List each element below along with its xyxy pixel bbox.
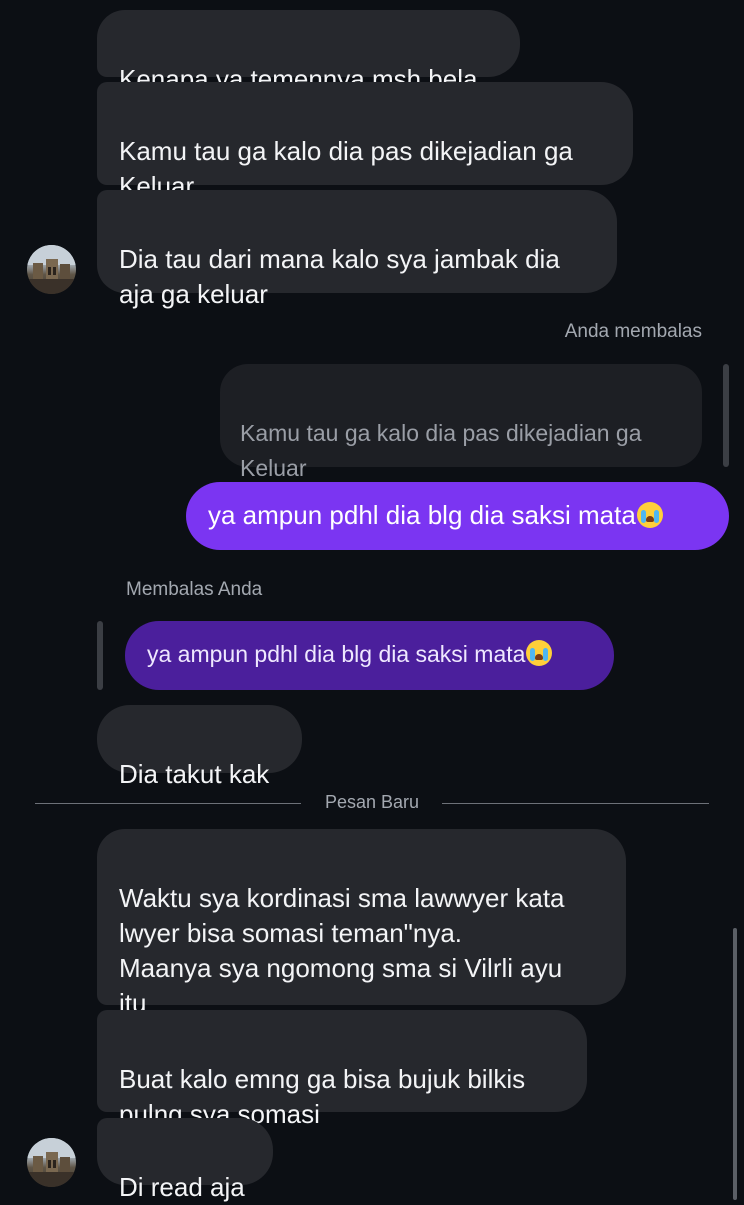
quoted-message-text: ya ampun pdhl dia blg dia saksi mata	[147, 641, 526, 667]
quoted-message-text: Kamu tau ga kalo dia pas dikejadian ga K…	[240, 420, 642, 481]
message-text: Waktu sya kordinasi sma lawwyer kata lwy…	[119, 883, 565, 1018]
scrollbar[interactable]	[733, 928, 737, 1200]
quoted-message[interactable]: Kamu tau ga kalo dia pas dikejadian ga K…	[220, 364, 702, 481]
message-bubble[interactable]: Buat kalo emng ga bisa bujuk bilkis puln…	[97, 1010, 587, 1129]
message-bubble[interactable]: Dia takut kak	[97, 705, 302, 789]
message-text: Dia takut kak	[119, 759, 270, 789]
crying-face-icon	[636, 502, 663, 528]
message-bubble[interactable]: Kenapa ya temennya msh bela	[97, 10, 520, 94]
quoted-message[interactable]: ya ampun pdhl dia blg dia saksi mata	[125, 621, 614, 690]
outgoing-message-bubble[interactable]: ya ampun pdhl dia blg dia saksi mata	[186, 482, 729, 550]
sender-avatar[interactable]	[27, 245, 76, 294]
crying-face-icon	[526, 640, 553, 666]
message-text: ya ampun pdhl dia blg dia saksi mata	[208, 500, 636, 530]
message-text: Dia tau dari mana kalo sya jambak dia aj…	[119, 244, 560, 309]
message-bubble[interactable]: Dia tau dari mana kalo sya jambak dia aj…	[97, 190, 617, 309]
reply-label: Membalas Anda	[126, 579, 263, 600]
avatar-photo-icon	[27, 1138, 76, 1187]
sender-avatar[interactable]	[27, 1138, 76, 1187]
divider-line	[442, 803, 709, 804]
message-bubble[interactable]: Di read aja	[97, 1118, 273, 1202]
message-bubble[interactable]: Kamu tau ga kalo dia pas dikejadian ga K…	[97, 82, 633, 201]
message-text: Di read aja	[119, 1172, 245, 1202]
reply-indicator-bar	[723, 364, 729, 467]
avatar-photo-icon	[27, 245, 76, 294]
reply-indicator-bar	[97, 621, 103, 690]
message-bubble[interactable]: Waktu sya kordinasi sma lawwyer kata lwy…	[97, 829, 626, 1018]
reply-label: Anda membalas	[564, 321, 702, 342]
